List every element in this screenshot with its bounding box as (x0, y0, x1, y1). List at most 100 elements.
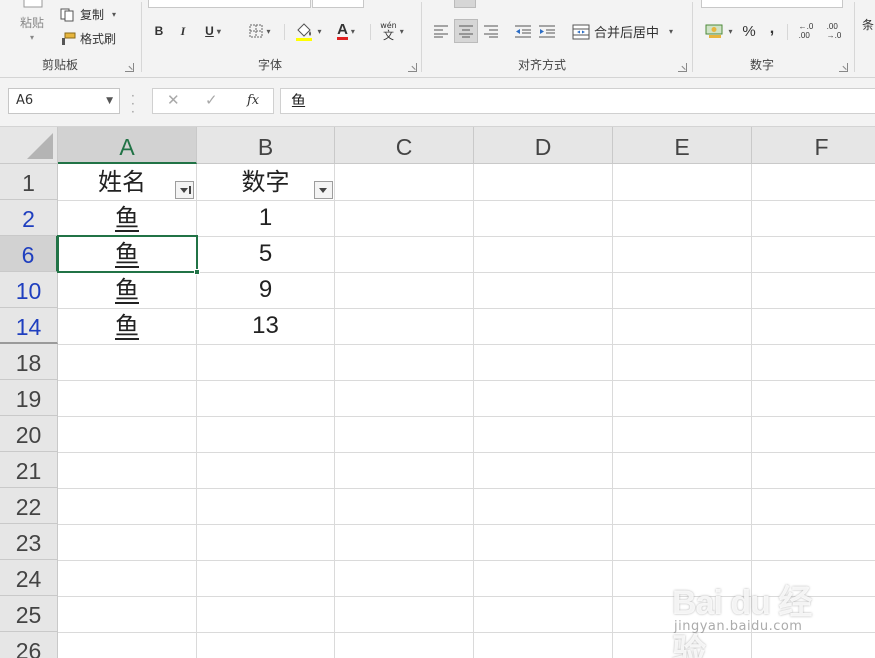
font-color-icon: A (337, 21, 348, 40)
fill-color-dropdown-icon[interactable]: ▾ (317, 27, 321, 36)
select-all-button[interactable] (0, 127, 58, 164)
borders-button[interactable]: ▾ (242, 22, 278, 40)
watermark-url: jingyan.baidu.com (674, 619, 803, 634)
font-color-button[interactable]: A ▾ (328, 20, 364, 42)
row-header[interactable]: 6 (0, 236, 58, 272)
copy-icon (60, 8, 74, 21)
row-header[interactable]: 1 (0, 164, 58, 200)
align-right-button[interactable] (480, 20, 502, 42)
row-header[interactable]: 24 (0, 560, 58, 596)
cancel-icon[interactable]: ✕ (167, 91, 180, 109)
name-box-dropdown-icon[interactable]: ▼ (106, 89, 113, 113)
watermark-logo: Bai du 经验 (672, 584, 812, 658)
format-painter-icon (62, 32, 76, 45)
phonetic-icon: wén 文 (380, 21, 397, 42)
font-launcher-icon[interactable] (408, 63, 417, 72)
align-left-button[interactable] (430, 20, 452, 42)
gridline (58, 524, 875, 525)
row-header[interactable]: 26 (0, 632, 58, 658)
number-launcher-icon[interactable] (839, 63, 848, 72)
paste-dropdown-icon[interactable]: ▾ (30, 33, 34, 42)
increase-indent-button[interactable] (536, 20, 558, 42)
column-header-e[interactable]: E (613, 127, 752, 164)
formula-input[interactable]: 鱼 (280, 88, 875, 114)
column-header-b[interactable]: B (197, 127, 335, 164)
insert-function-button[interactable]: fx (247, 93, 259, 108)
group-divider (854, 2, 855, 72)
font-name-box[interactable] (148, 0, 311, 8)
align-top-button[interactable] (454, 0, 476, 8)
font-color-dropdown-icon[interactable]: ▾ (351, 27, 355, 36)
number-group-label: 数字 (750, 58, 775, 72)
formula-bar: A6 ▼ · · · ✕ ✓ fx 鱼 (0, 78, 875, 127)
column-header-f[interactable]: F (752, 127, 875, 164)
decrease-indent-button[interactable] (512, 20, 534, 42)
align-center-icon (459, 25, 473, 38)
cell-b2[interactable]: 1 (197, 200, 334, 236)
gridline (58, 344, 875, 345)
row-header[interactable]: 10 (0, 272, 58, 308)
font-size-box[interactable] (312, 0, 364, 8)
row-header[interactable]: 25 (0, 596, 58, 632)
bold-button[interactable]: B (150, 22, 168, 40)
cell-b14[interactable]: 13 (197, 308, 334, 344)
formula-bar-grip-icon[interactable]: · · · (131, 90, 135, 118)
cell-a10[interactable]: 鱼 (58, 272, 196, 308)
column-header-a[interactable]: A (58, 127, 197, 164)
row-header[interactable]: 18 (0, 344, 58, 380)
align-left-icon (434, 25, 448, 38)
underline-dropdown-icon[interactable]: ▾ (217, 27, 221, 36)
row-header[interactable]: 2 (0, 200, 58, 236)
row-header[interactable]: 20 (0, 416, 58, 452)
row-header[interactable]: 21 (0, 452, 58, 488)
paste-button[interactable]: 粘贴 (20, 14, 44, 31)
align-center-button[interactable] (454, 19, 478, 43)
paste-icon[interactable] (16, 0, 50, 10)
merge-center-dropdown-icon[interactable]: ▾ (669, 27, 673, 36)
column-header-c[interactable]: C (335, 127, 474, 164)
format-painter-button[interactable]: 格式刷 (60, 30, 116, 47)
cell-b6[interactable]: 5 (197, 236, 334, 272)
comma-style-button[interactable]: , (763, 18, 781, 40)
clipboard-group: 粘贴 ▾ 复制 ▾ 格式刷 剪贴板 (0, 0, 140, 77)
gridline (58, 416, 875, 417)
row-header[interactable]: 23 (0, 524, 58, 560)
copy-button[interactable]: 复制 ▾ (60, 6, 116, 23)
accounting-format-dropdown-icon[interactable]: ▾ (728, 27, 732, 36)
phonetic-dropdown-icon[interactable]: ▾ (400, 27, 404, 36)
filter-dropdown-icon[interactable] (175, 181, 194, 199)
merge-center-button[interactable]: 合并后居中 ▾ (572, 22, 673, 41)
conditional-format-button[interactable]: 条 (862, 16, 874, 33)
borders-dropdown-icon[interactable]: ▾ (266, 27, 270, 36)
accounting-format-button[interactable]: ▾ (701, 20, 737, 42)
name-box[interactable]: A6 ▼ (8, 88, 120, 114)
alignment-launcher-icon[interactable] (678, 63, 687, 72)
phonetic-button[interactable]: wén 文 ▾ (374, 18, 410, 44)
row-header[interactable]: 19 (0, 380, 58, 416)
filter-dropdown-icon[interactable] (314, 181, 333, 199)
cell-a2[interactable]: 鱼 (58, 200, 196, 236)
cell-a14[interactable]: 鱼 (58, 308, 196, 344)
fill-color-button[interactable]: ▾ (290, 20, 326, 42)
fill-handle[interactable] (194, 269, 200, 275)
active-cell-selection[interactable] (57, 235, 198, 273)
copy-dropdown-icon[interactable]: ▾ (112, 10, 116, 19)
clipboard-launcher-icon[interactable] (125, 63, 134, 72)
ribbon: 粘贴 ▾ 复制 ▾ 格式刷 剪贴板 B I U ▾ ▾ ▾ A ▾ wén 文 … (0, 0, 875, 78)
increase-decimal-button[interactable]: ←.0 .00 (793, 20, 819, 42)
percent-style-button[interactable]: % (739, 20, 759, 42)
column-header-d[interactable]: D (474, 127, 613, 164)
decrease-decimal-button[interactable]: .00 →.0 (821, 20, 847, 42)
accounting-format-icon (705, 24, 723, 38)
number-format-box[interactable] (701, 0, 843, 8)
underline-button[interactable]: U ▾ (198, 22, 228, 40)
increase-indent-icon (539, 25, 555, 38)
cell-b10[interactable]: 9 (197, 272, 334, 308)
row-header[interactable]: 14 (0, 308, 58, 344)
gridline (58, 560, 875, 561)
decrease-indent-icon (515, 25, 531, 38)
enter-icon[interactable]: ✓ (205, 91, 218, 109)
italic-button[interactable]: I (174, 22, 192, 40)
row-header[interactable]: 22 (0, 488, 58, 524)
gridline (58, 452, 875, 453)
